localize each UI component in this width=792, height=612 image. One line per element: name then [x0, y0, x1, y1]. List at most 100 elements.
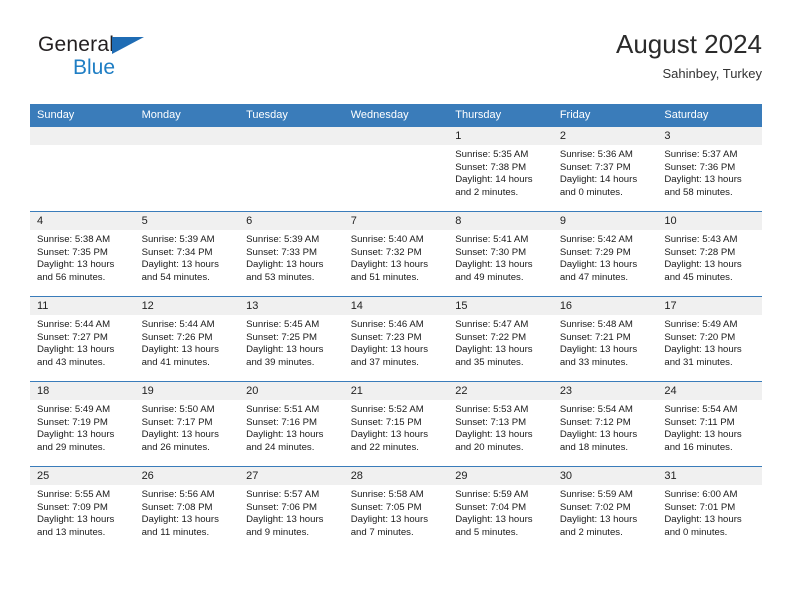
sunrise-text: Sunrise: 5:55 AM [37, 489, 111, 500]
daylight-text: Daylight: 13 hours and 0 minutes. [664, 514, 742, 538]
calendar-cell-day[interactable]: 2 Sunrise: 5:36 AM Sunset: 7:37 PM Daylight… [552, 126, 658, 212]
calendar-cell-day[interactable]: 15 Sunrise: 5:47 AM Sunset: 7:22 PM Dayligh… [448, 296, 553, 382]
calendar-cell-day[interactable]: 17 Sunrise: 5:49 AM Sunset: 7:20 PM Dayligh… [657, 296, 762, 382]
calendar-cell-day[interactable]: 5 Sunrise: 5:39 AM Sunset: 7:34 PM Daylight… [134, 211, 240, 297]
daylight-text: Daylight: 13 hours and 13 minutes. [37, 514, 115, 538]
calendar-cell-day[interactable]: 22 Sunrise: 5:53 AM Sunset: 7:13 PM Dayligh… [448, 381, 553, 467]
day-details: Sunrise: 5:48 AM Sunset: 7:21 PM Daylight:… [553, 315, 658, 369]
calendar-cell-day[interactable]: 28 Sunrise: 5:58 AM Sunset: 7:05 PM Dayligh… [343, 466, 449, 551]
calendar-cell-day[interactable]: 8 Sunrise: 5:41 AM Sunset: 7:30 PM Daylight… [448, 211, 553, 297]
sunset-text: Sunset: 7:26 PM [141, 331, 213, 343]
day-cell-inner [30, 127, 135, 211]
sunset-text: Sunset: 7:02 PM [559, 501, 631, 513]
calendar-cell-day[interactable]: 30 Sunrise: 5:59 AM Sunset: 7:02 PM Dayligh… [552, 466, 658, 551]
daylight-text: Daylight: 13 hours and 22 minutes. [350, 429, 429, 453]
day-cell-inner: 13 Sunrise: 5:45 AM Sunset: 7:25 PM Dayligh… [239, 297, 344, 381]
daylight-text: Daylight: 13 hours and 16 minutes. [664, 429, 742, 453]
day-details: Sunrise: 5:45 AM Sunset: 7:25 PM Daylight:… [239, 315, 344, 369]
calendar-cell-day[interactable]: 14 Sunrise: 5:46 AM Sunset: 7:23 PM Dayligh… [343, 296, 449, 382]
daylight-text: Daylight: 13 hours and 9 minutes. [246, 514, 324, 538]
sunset-text: Sunset: 7:11 PM [664, 416, 735, 428]
calendar-cell-day[interactable]: 29 Sunrise: 5:59 AM Sunset: 7:04 PM Dayligh… [448, 466, 553, 551]
sunset-text: Sunset: 7:25 PM [246, 331, 318, 343]
sunrise-text: Sunrise: 5:54 AM [559, 404, 633, 415]
daylight-text: Daylight: 13 hours and 20 minutes. [455, 429, 533, 453]
calendar-cell-day[interactable]: 11 Sunrise: 5:44 AM Sunset: 7:27 PM Dayligh… [30, 296, 135, 382]
day-number: 1 [448, 127, 553, 145]
sunrise-text: Sunrise: 5:42 AM [559, 234, 633, 245]
day-cell-inner [239, 127, 344, 211]
calendar-cell-day[interactable]: 10 Sunrise: 5:43 AM Sunset: 7:28 PM Dayligh… [657, 211, 762, 297]
sunrise-text: Sunrise: 5:45 AM [246, 319, 320, 330]
day-details: Sunrise: 5:59 AM Sunset: 7:04 PM Daylight:… [448, 485, 553, 539]
sunset-text: Sunset: 7:33 PM [246, 246, 318, 258]
day-cell-inner: 29 Sunrise: 5:59 AM Sunset: 7:04 PM Dayligh… [448, 467, 553, 551]
day-number: 30 [552, 467, 658, 485]
day-cell-inner: 21 Sunrise: 5:52 AM Sunset: 7:15 PM Dayligh… [343, 382, 449, 466]
day-details: Sunrise: 5:44 AM Sunset: 7:26 PM Daylight:… [135, 315, 240, 369]
logo-text-blue: Blue [73, 56, 116, 79]
sunrise-text: Sunrise: 5:50 AM [141, 404, 215, 415]
day-cell-inner: 27 Sunrise: 5:57 AM Sunset: 7:06 PM Dayligh… [239, 467, 344, 551]
calendar-cell-day[interactable]: 20 Sunrise: 5:51 AM Sunset: 7:16 PM Dayligh… [239, 381, 344, 467]
calendar-cell-day[interactable]: 1 Sunrise: 5:35 AM Sunset: 7:38 PM Daylight… [448, 126, 553, 212]
day-details: Sunrise: 5:40 AM Sunset: 7:32 PM Daylight:… [344, 230, 449, 284]
calendar-cell-day[interactable]: 7 Sunrise: 5:40 AM Sunset: 7:32 PM Daylight… [343, 211, 449, 297]
day-number: 27 [239, 467, 344, 485]
day-number: 28 [343, 467, 449, 485]
day-number: 7 [343, 212, 449, 230]
weekday-header-tuesday: Tuesday [239, 104, 344, 127]
calendar-cell-day[interactable]: 3 Sunrise: 5:37 AM Sunset: 7:36 PM Daylight… [657, 126, 762, 212]
sunrise-text: Sunrise: 5:46 AM [350, 319, 424, 330]
calendar-cell-empty [134, 126, 240, 212]
calendar-cell-day[interactable]: 31 Sunrise: 6:00 AM Sunset: 7:01 PM Dayligh… [657, 466, 762, 551]
calendar-cell-day[interactable]: 24 Sunrise: 5:54 AM Sunset: 7:11 PM Dayligh… [657, 381, 762, 467]
day-details: Sunrise: 5:36 AM Sunset: 7:37 PM Daylight:… [553, 145, 658, 199]
day-number: 5 [134, 212, 240, 230]
daylight-text: Daylight: 13 hours and 37 minutes. [350, 344, 429, 368]
sunrise-text: Sunrise: 5:36 AM [559, 149, 633, 160]
sunset-text: Sunset: 7:01 PM [664, 501, 736, 513]
calendar-cell-day[interactable]: 4 Sunrise: 5:38 AM Sunset: 7:35 PM Daylight… [30, 211, 135, 297]
day-cell-inner [134, 127, 240, 211]
calendar-cell-empty [239, 126, 344, 212]
day-number: 3 [657, 127, 762, 145]
daylight-text: Daylight: 13 hours and 39 minutes. [246, 344, 324, 368]
day-cell-inner: 24 Sunrise: 5:54 AM Sunset: 7:11 PM Dayligh… [657, 382, 762, 466]
calendar-cell-day[interactable]: 16 Sunrise: 5:48 AM Sunset: 7:21 PM Dayligh… [552, 296, 658, 382]
calendar-week-row: 4 Sunrise: 5:38 AM Sunset: 7:35 PM Daylight… [30, 211, 762, 297]
calendar-cell-day[interactable]: 19 Sunrise: 5:50 AM Sunset: 7:17 PM Dayligh… [134, 381, 240, 467]
calendar-week-row: 11 Sunrise: 5:44 AM Sunset: 7:27 PM Dayligh… [30, 296, 762, 382]
sunrise-text: Sunrise: 5:44 AM [37, 319, 111, 330]
sunset-text: Sunset: 7:13 PM [455, 416, 527, 428]
calendar-cell-day[interactable]: 9 Sunrise: 5:42 AM Sunset: 7:29 PM Daylight… [552, 211, 658, 297]
calendar-cell-day[interactable]: 13 Sunrise: 5:45 AM Sunset: 7:25 PM Dayligh… [239, 296, 344, 382]
calendar-cell-day[interactable]: 27 Sunrise: 5:57 AM Sunset: 7:06 PM Dayligh… [239, 466, 344, 551]
sunrise-text: Sunrise: 5:39 AM [246, 234, 320, 245]
sunrise-text: Sunrise: 5:56 AM [141, 489, 215, 500]
daylight-text: Daylight: 13 hours and 11 minutes. [141, 514, 219, 538]
sunrise-text: Sunrise: 5:37 AM [664, 149, 738, 160]
calendar-cell-day[interactable]: 26 Sunrise: 5:56 AM Sunset: 7:08 PM Dayligh… [134, 466, 240, 551]
day-cell-inner: 1 Sunrise: 5:35 AM Sunset: 7:38 PM Daylight… [448, 127, 553, 211]
day-details: Sunrise: 5:42 AM Sunset: 7:29 PM Daylight:… [553, 230, 658, 284]
day-number: 9 [552, 212, 658, 230]
calendar-cell-day[interactable]: 23 Sunrise: 5:54 AM Sunset: 7:12 PM Dayligh… [552, 381, 658, 467]
calendar-cell-day[interactable]: 18 Sunrise: 5:49 AM Sunset: 7:19 PM Dayligh… [30, 381, 135, 467]
day-details: Sunrise: 5:55 AM Sunset: 7:09 PM Daylight:… [30, 485, 135, 539]
calendar-cell-day[interactable]: 21 Sunrise: 5:52 AM Sunset: 7:15 PM Dayligh… [343, 381, 449, 467]
sunrise-text: Sunrise: 5:59 AM [455, 489, 529, 500]
calendar-cell-day[interactable]: 6 Sunrise: 5:39 AM Sunset: 7:33 PM Daylight… [239, 211, 344, 297]
calendar-cell-day[interactable]: 12 Sunrise: 5:44 AM Sunset: 7:26 PM Dayligh… [134, 296, 240, 382]
calendar-cell-day[interactable]: 25 Sunrise: 5:55 AM Sunset: 7:09 PM Dayligh… [30, 466, 135, 551]
day-details: Sunrise: 5:51 AM Sunset: 7:16 PM Daylight:… [239, 400, 344, 454]
day-details: Sunrise: 5:38 AM Sunset: 7:35 PM Daylight:… [30, 230, 135, 284]
day-cell-inner: 19 Sunrise: 5:50 AM Sunset: 7:17 PM Dayligh… [134, 382, 240, 466]
daylight-text: Daylight: 13 hours and 31 minutes. [664, 344, 742, 368]
sunrise-text: Sunrise: 5:48 AM [559, 319, 633, 330]
day-number: 12 [134, 297, 240, 315]
day-number: 15 [448, 297, 553, 315]
daylight-text: Daylight: 13 hours and 56 minutes. [37, 259, 115, 283]
general-blue-logo[interactable]: General Blue [38, 34, 258, 78]
weekday-header-monday: Monday [134, 104, 240, 127]
